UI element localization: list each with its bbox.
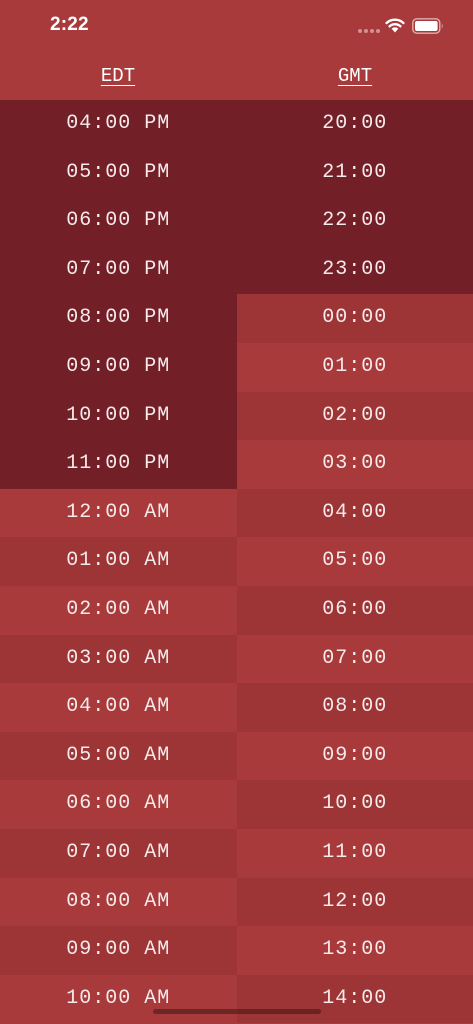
edt-time-cell: 11:00 PM	[0, 440, 237, 489]
gmt-time-cell: 11:00	[236, 829, 473, 878]
cellular-signal-icon	[358, 28, 380, 34]
gmt-time-cell: 14:00	[236, 974, 473, 1024]
edt-time-cell: 08:00 AM	[0, 877, 237, 927]
edt-time-cell: 05:00 PM	[0, 148, 237, 198]
edt-time-cell: 10:00 AM	[0, 974, 237, 1024]
gmt-time-cell: 01:00	[236, 343, 473, 392]
battery-icon	[412, 18, 443, 34]
edt-time-cell: 02:00 AM	[0, 586, 237, 635]
gmt-time-cell: 23:00	[236, 245, 473, 295]
home-indicator	[153, 1009, 321, 1014]
gmt-time-cell: 09:00	[236, 731, 473, 781]
timezone-header-edt[interactable]: EDT	[0, 65, 236, 87]
gmt-time-cell: 06:00	[236, 586, 473, 635]
edt-time-cell: 01:00 AM	[0, 537, 237, 586]
gmt-time-cell: 03:00	[236, 440, 473, 489]
gmt-time-cell: 00:00	[236, 294, 473, 343]
edt-time-cell: 09:00 PM	[0, 343, 237, 392]
edt-time-cell: 04:00 PM	[0, 100, 237, 149]
wifi-icon	[385, 18, 405, 33]
edt-time-cell: 09:00 AM	[0, 926, 237, 975]
gmt-time-cell: 20:00	[236, 100, 473, 149]
edt-time-cell: 06:00 AM	[0, 780, 237, 829]
edt-time-cell: 08:00 PM	[0, 294, 237, 343]
gmt-time-cell: 05:00	[236, 537, 473, 586]
edt-time-cell: 06:00 PM	[0, 197, 237, 246]
gmt-time-cell: 04:00	[236, 488, 473, 538]
edt-time-cell: 07:00 AM	[0, 829, 237, 878]
status-time: 2:22	[50, 14, 89, 35]
edt-time-cell: 03:00 AM	[0, 634, 237, 684]
gmt-time-cell: 10:00	[236, 780, 473, 829]
gmt-time-cell: 07:00	[236, 634, 473, 684]
gmt-time-cell: 12:00	[236, 877, 473, 927]
gmt-time-cell: 22:00	[236, 197, 473, 246]
timezone-header-gmt[interactable]: GMT	[237, 65, 473, 87]
edt-time-cell: 04:00 AM	[0, 683, 237, 732]
edt-time-cell: 10:00 PM	[0, 391, 237, 441]
status-bar: 2:22	[0, 0, 473, 54]
gmt-time-cell: 08:00	[236, 683, 473, 732]
column-header-row: EDT GMT	[0, 54, 473, 100]
gmt-time-cell: 02:00	[236, 391, 473, 441]
edt-time-cell: 05:00 AM	[0, 731, 237, 781]
gmt-time-cell: 21:00	[236, 148, 473, 198]
edt-time-cell: 12:00 AM	[0, 488, 237, 538]
gmt-time-cell: 13:00	[236, 926, 473, 975]
edt-time-cell: 07:00 PM	[0, 245, 237, 295]
